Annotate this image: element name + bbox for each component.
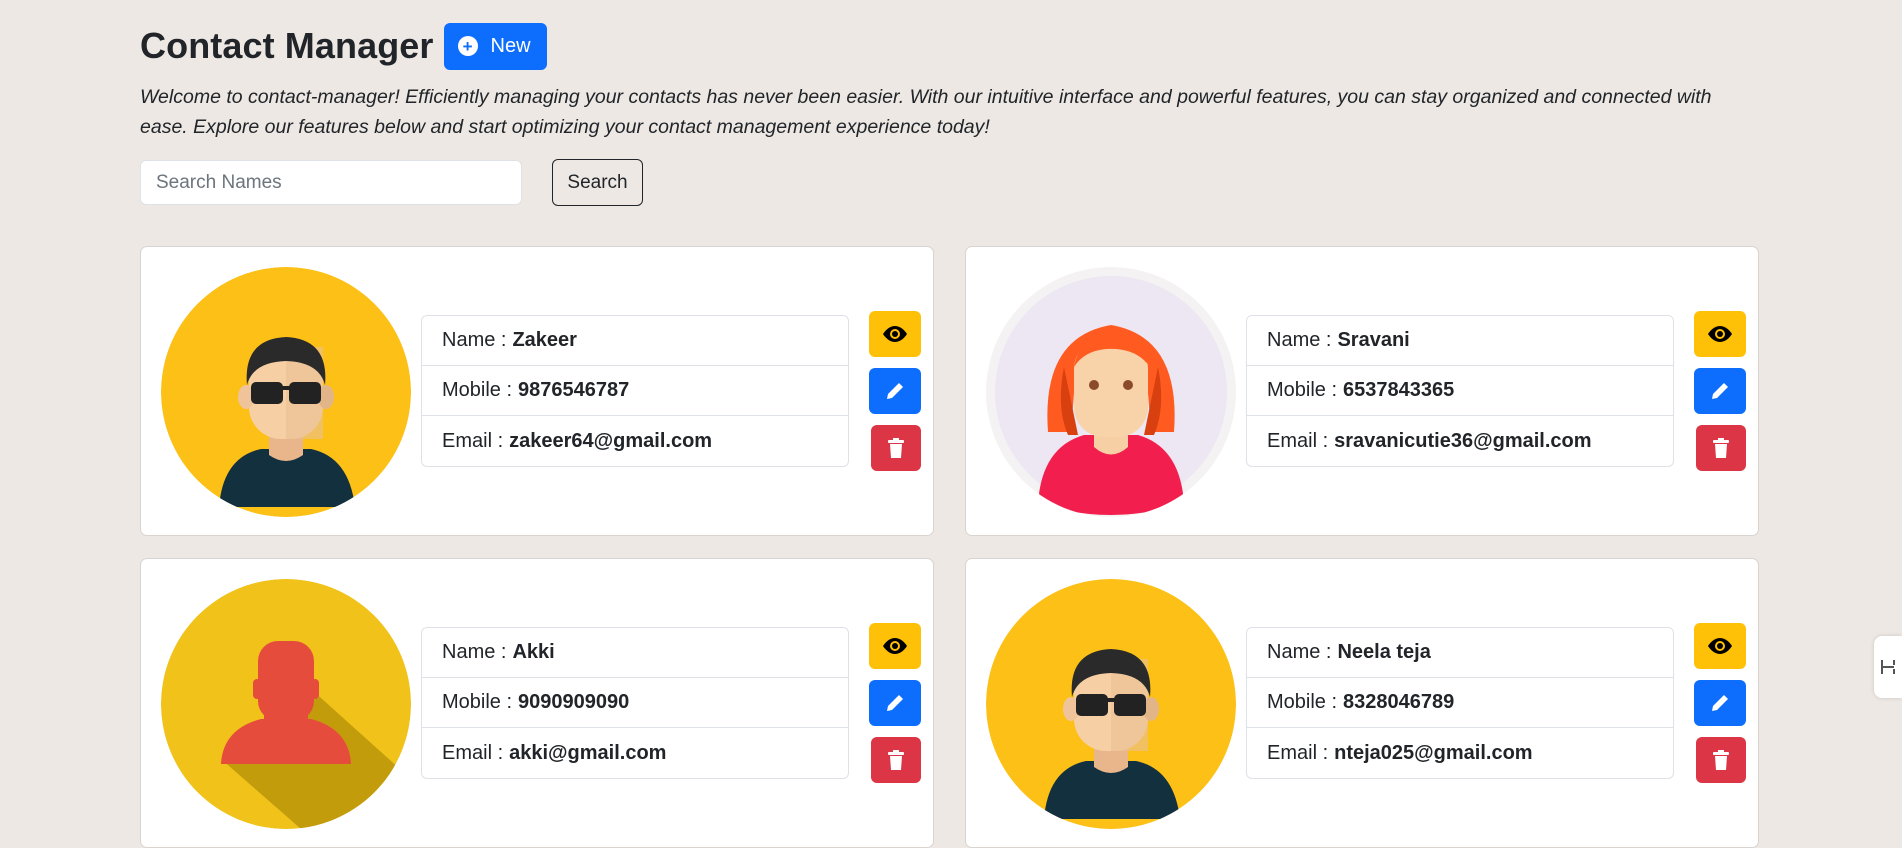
email-value: akki@gmail.com <box>509 741 667 764</box>
delete-button[interactable] <box>871 425 921 471</box>
email-value: sravanicutie36@gmail.com <box>1334 429 1592 452</box>
mobile-row: Mobile : 9090909090 <box>422 678 848 728</box>
view-button[interactable] <box>1694 311 1746 357</box>
email-row: Email : zakeer64@gmail.com <box>422 416 848 466</box>
view-button[interactable] <box>869 623 921 669</box>
silhouette-avatar <box>161 579 411 829</box>
page: Contact Manager + New Welcome to contact… <box>140 0 1760 206</box>
email-row: Email : akki@gmail.com <box>422 728 848 778</box>
search-row: Search <box>140 159 1760 206</box>
name-label: Name : <box>442 329 507 351</box>
mobile-value: 8328046789 <box>1343 691 1455 713</box>
name-value: Sravani <box>1337 329 1410 351</box>
view-button[interactable] <box>1694 623 1746 669</box>
contact-details: Name : Zakeer Mobile : 9876546787 Email … <box>421 315 849 467</box>
pencil-icon <box>1712 695 1728 711</box>
contact-details: Name : Akki Mobile : 9090909090 Email : … <box>421 627 849 779</box>
card-actions <box>1694 623 1748 794</box>
mobile-value: 9090909090 <box>518 691 630 713</box>
trash-icon <box>888 438 904 458</box>
mobile-label: Mobile : <box>442 691 513 713</box>
eye-icon <box>1708 638 1732 654</box>
delete-button[interactable] <box>1696 425 1746 471</box>
woman-red-hair-avatar <box>986 267 1236 517</box>
name-row: Name : Neela teja <box>1247 628 1673 678</box>
mobile-label: Mobile : <box>1267 379 1338 401</box>
contact-details: Name : Sravani Mobile : 6537843365 Email… <box>1246 315 1674 467</box>
name-value: Akki <box>512 641 555 663</box>
email-label: Email : <box>442 741 504 764</box>
new-button-label: New <box>490 34 531 57</box>
name-row: Name : Akki <box>422 628 848 678</box>
trash-icon <box>1713 438 1729 458</box>
contact-card: Name : Zakeer Mobile : 9876546787 Email … <box>140 246 934 536</box>
card-actions <box>869 623 923 794</box>
edit-button[interactable] <box>869 368 921 414</box>
mobile-row: Mobile : 6537843365 <box>1247 366 1673 416</box>
sidebar-toggle-icon <box>1881 660 1895 674</box>
edit-button[interactable] <box>869 680 921 726</box>
mobile-value: 6537843365 <box>1343 379 1455 401</box>
mobile-row: Mobile : 9876546787 <box>422 366 848 416</box>
header: Contact Manager + New <box>140 22 1760 70</box>
mobile-value: 9876546787 <box>518 379 630 401</box>
name-row: Name : Zakeer <box>422 316 848 366</box>
man-sunglasses-avatar <box>161 267 411 517</box>
contact-card: Name : Akki Mobile : 9090909090 Email : … <box>140 558 934 848</box>
plus-circle-icon: + <box>457 36 478 56</box>
new-contact-button[interactable]: + New <box>443 22 547 70</box>
eye-icon <box>883 326 907 342</box>
delete-button[interactable] <box>1696 737 1746 783</box>
contact-details: Name : Neela teja Mobile : 8328046789 Em… <box>1246 627 1674 779</box>
page-title: Contact Manager <box>140 25 434 66</box>
email-label: Email : <box>1267 741 1329 764</box>
name-row: Name : Sravani <box>1247 316 1673 366</box>
mobile-label: Mobile : <box>1267 691 1338 713</box>
trash-icon <box>888 750 904 770</box>
mobile-label: Mobile : <box>442 379 513 401</box>
edit-button[interactable] <box>1694 368 1746 414</box>
eye-icon <box>1708 326 1732 342</box>
eye-icon <box>883 638 907 654</box>
pencil-icon <box>887 695 903 711</box>
name-label: Name : <box>1267 329 1332 351</box>
search-input[interactable] <box>140 160 522 205</box>
intro-text: Welcome to contact-manager! Efficiently … <box>140 86 1712 138</box>
email-row: Email : nteja025@gmail.com <box>1247 728 1673 778</box>
search-button[interactable]: Search <box>552 159 643 206</box>
email-label: Email : <box>442 429 504 452</box>
email-value: zakeer64@gmail.com <box>509 429 713 452</box>
email-row: Email : sravanicutie36@gmail.com <box>1247 416 1673 466</box>
email-label: Email : <box>1267 429 1329 452</box>
name-value: Neela teja <box>1337 641 1431 663</box>
man-sunglasses-avatar <box>986 579 1236 829</box>
trash-icon <box>1713 750 1729 770</box>
name-label: Name : <box>442 641 507 663</box>
name-value: Zakeer <box>512 329 577 351</box>
contact-card: Name : Sravani Mobile : 6537843365 Email… <box>965 246 1759 536</box>
contact-card: Name : Neela teja Mobile : 8328046789 Em… <box>965 558 1759 848</box>
delete-button[interactable] <box>871 737 921 783</box>
name-label: Name : <box>1267 641 1332 663</box>
card-actions <box>1694 311 1748 482</box>
card-actions <box>869 311 923 482</box>
email-value: nteja025@gmail.com <box>1334 741 1533 764</box>
view-button[interactable] <box>869 311 921 357</box>
mobile-row: Mobile : 8328046789 <box>1247 678 1673 728</box>
edit-button[interactable] <box>1694 680 1746 726</box>
pencil-icon <box>887 383 903 399</box>
pencil-icon <box>1712 383 1728 399</box>
side-panel-toggle[interactable] <box>1874 636 1902 698</box>
